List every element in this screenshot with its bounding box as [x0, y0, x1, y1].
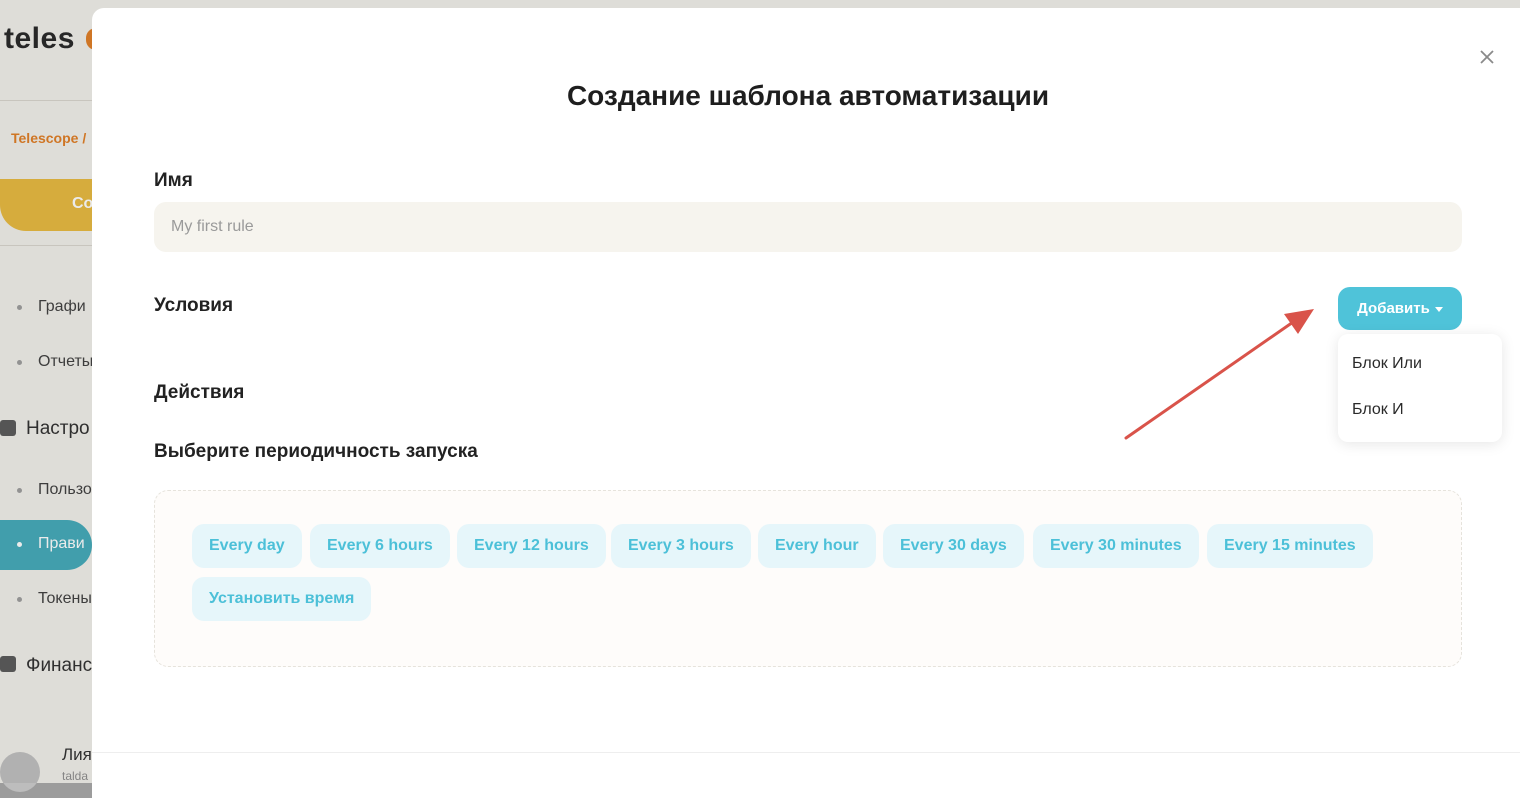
set-time-option[interactable]: Установить время — [192, 577, 372, 621]
automation-template-modal — [92, 8, 1520, 798]
add-condition-button[interactable]: Добавить — [1338, 287, 1462, 330]
modal-footer-divider — [92, 752, 1520, 753]
name-label: Имя — [154, 170, 193, 191]
menu-item-and-block[interactable]: Блок И — [1352, 401, 1404, 419]
schedule-option[interactable]: Every 6 hours — [310, 524, 450, 568]
schedule-option[interactable]: Every 3 hours — [611, 524, 751, 568]
close-icon[interactable] — [1478, 48, 1496, 66]
schedule-option[interactable]: Every 30 minutes — [1033, 524, 1199, 568]
add-button-label: Добавить — [1357, 300, 1430, 317]
add-dropdown-menu: Блок Или Блок И — [1338, 334, 1502, 442]
schedule-option[interactable]: Every hour — [758, 524, 876, 568]
menu-item-or-block[interactable]: Блок Или — [1352, 355, 1422, 373]
conditions-label: Условия — [154, 295, 234, 316]
rule-name-input[interactable] — [154, 202, 1462, 252]
schedule-label: Выберите периодичность запуска — [154, 441, 478, 462]
schedule-option[interactable]: Every 30 days — [883, 524, 1024, 568]
schedule-option[interactable]: Every 12 hours — [457, 524, 606, 568]
schedule-option[interactable]: Every 15 minutes — [1207, 524, 1373, 568]
modal-title: Создание шаблона автоматизации — [566, 80, 1050, 111]
schedule-option[interactable]: Every day — [192, 524, 302, 568]
caret-down-icon — [1434, 306, 1443, 312]
actions-label: Действия — [154, 382, 245, 403]
